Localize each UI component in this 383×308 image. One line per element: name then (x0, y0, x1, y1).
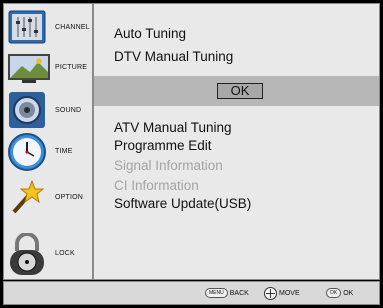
sidebar-item-label: OPTION (55, 193, 84, 201)
sidebar-item-sound[interactable]: SOUND (4, 88, 94, 132)
selection-bar: OK (94, 76, 379, 106)
menu-key-icon: MENU (205, 288, 228, 298)
menu-item-software-update[interactable]: Software Update(USB) (114, 196, 251, 211)
lock-icon (8, 232, 46, 275)
menu-item-dtv-manual-tuning[interactable]: DTV Manual Tuning (114, 49, 233, 64)
ok-button[interactable]: OK (217, 83, 263, 99)
sidebar-item-lock[interactable]: LOCK (4, 230, 94, 275)
speaker-icon (8, 91, 46, 129)
sidebar-item-time[interactable]: TIME (4, 129, 94, 173)
ok-key-icon: OK (326, 288, 342, 298)
back-label: BACK (229, 289, 249, 297)
channel-icon (8, 8, 46, 46)
menu-item-signal-information: Signal Information (114, 158, 223, 173)
tv-menu-window: CHANNEL PICTURE SOUND TIME OPTION LOCK A… (0, 0, 383, 308)
back-hint[interactable]: MENU BACK (205, 288, 249, 298)
sidebar-item-label: LOCK (55, 250, 75, 257)
magic-wand-star-icon (8, 178, 46, 216)
sidebar-item-label: CHANNEL (55, 23, 90, 31)
move-hint[interactable]: MOVE (264, 287, 300, 300)
ok-label: OK (343, 289, 354, 297)
menu-item-programme-edit[interactable]: Programme Edit (114, 138, 212, 153)
move-label: MOVE (279, 290, 300, 297)
sidebar-item-label: TIME (55, 147, 73, 155)
menu-item-atv-manual-tuning[interactable]: ATV Manual Tuning (114, 120, 232, 135)
picture-icon (8, 48, 50, 86)
sidebar: CHANNEL PICTURE SOUND TIME OPTION LOCK (3, 3, 93, 280)
menu-item-auto-tuning[interactable]: Auto Tuning (114, 26, 186, 41)
sidebar-item-channel[interactable]: CHANNEL (4, 5, 94, 49)
clock-icon (8, 132, 46, 171)
sidebar-item-label: PICTURE (55, 63, 88, 71)
main-panel: Auto Tuning DTV Manual Tuning OK ATV Man… (93, 3, 380, 280)
sidebar-item-picture[interactable]: PICTURE (4, 45, 94, 89)
footer-hint-bar: MENU BACK MOVE OK OK (3, 281, 380, 305)
ok-hint[interactable]: OK OK (326, 288, 353, 298)
menu-item-ci-information: CI Information (114, 178, 199, 193)
sidebar-item-option[interactable]: OPTION (4, 175, 94, 219)
sidebar-item-label: SOUND (55, 106, 82, 114)
dpad-icon (264, 287, 277, 300)
